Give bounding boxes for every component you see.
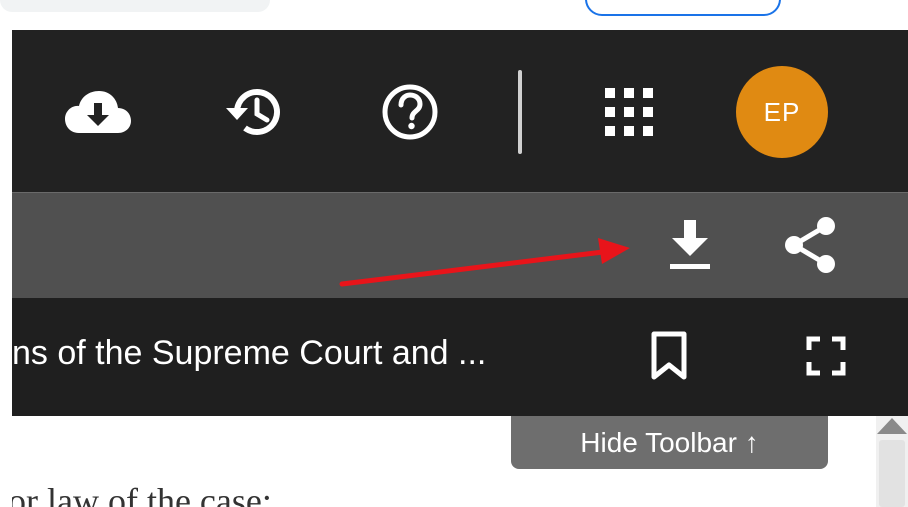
apps-grid-icon[interactable] xyxy=(605,88,653,136)
help-icon[interactable] xyxy=(381,83,439,141)
document-title: ns of the Supreme Court and ... xyxy=(12,334,487,372)
header-divider xyxy=(518,70,522,154)
user-avatar[interactable]: EP xyxy=(736,66,828,158)
scrollbar-thumb[interactable] xyxy=(879,440,905,507)
fullscreen-icon[interactable] xyxy=(806,336,846,376)
download-icon[interactable] xyxy=(668,220,712,270)
app-header: EP xyxy=(12,30,908,192)
scroll-up-arrow-icon[interactable] xyxy=(877,418,907,434)
browser-button-remnant[interactable] xyxy=(585,0,781,16)
document-title-bar: ns of the Supreme Court and ... xyxy=(12,298,908,416)
address-bar-remnant[interactable] xyxy=(0,0,270,12)
hide-toolbar-button[interactable]: Hide Toolbar ↑ xyxy=(511,416,828,469)
document-text: or law of the case: xyxy=(12,481,272,507)
bookmark-icon[interactable] xyxy=(650,331,688,381)
cloud-download-icon[interactable] xyxy=(63,89,133,135)
document-toolbar xyxy=(12,192,908,298)
history-icon[interactable] xyxy=(223,84,287,140)
share-icon[interactable] xyxy=(782,216,838,274)
browser-top-strip xyxy=(0,0,908,30)
